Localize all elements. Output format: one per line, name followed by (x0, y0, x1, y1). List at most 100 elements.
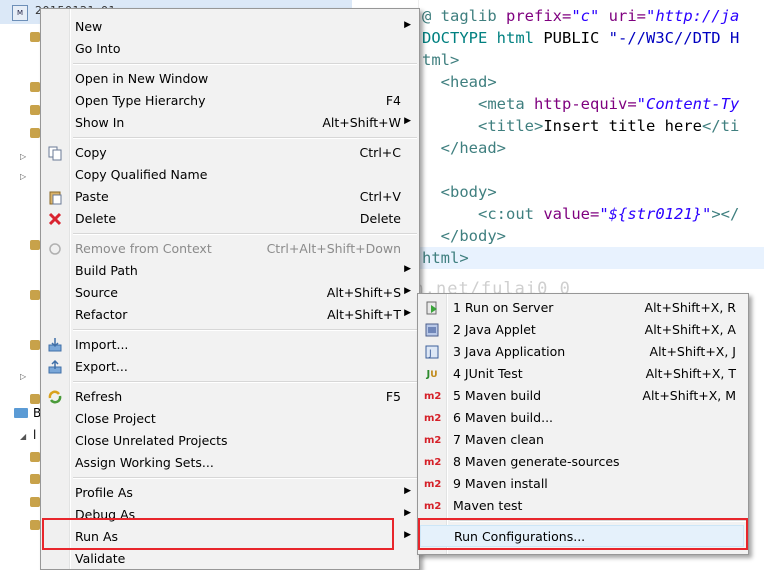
code-token: @ taglib (422, 7, 506, 25)
menu-item-assign-working-sets[interactable]: Assign Working Sets... (43, 452, 415, 474)
menu-item-validate[interactable]: Validate (43, 548, 415, 570)
menu-item-close-project[interactable]: Close Project (43, 408, 415, 430)
maven-icon: m2 (424, 457, 442, 468)
submenu-item-2-java-applet[interactable]: 2 Java Applet Alt+Shift+X, A (420, 319, 744, 341)
menu-item-go-into[interactable]: Go Into (43, 38, 415, 60)
maven-icon: m2 (424, 413, 442, 424)
menu-item-label: Profile As (75, 485, 133, 500)
submenu-item-7-maven-clean[interactable]: m2 7 Maven clean (420, 429, 744, 451)
submenu-item-label: 1 Run on Server (453, 300, 554, 315)
menu-item-refactor[interactable]: Refactor Alt+Shift+T ▶ (43, 304, 415, 326)
jar-icon (30, 520, 40, 530)
menu-item-label: Show In (75, 115, 125, 130)
menu-item-open-type-hierarchy[interactable]: Open Type Hierarchy F4 (43, 90, 415, 112)
submenu-item-8-maven-generate-sources[interactable]: m2 8 Maven generate-sources (420, 451, 744, 473)
submenu-item-label: 3 Java Application (453, 344, 566, 359)
menu-item-label: Close Unrelated Projects (75, 433, 228, 448)
submenu-arrow-icon: ▶ (404, 20, 411, 30)
menu-item-label: Refresh (75, 389, 123, 404)
submenu-item-shortcut: Alt+Shift+X, A (644, 322, 736, 337)
menu-item-show-in[interactable]: Show In Alt+Shift+W ▶ (43, 112, 415, 134)
menu-item-open-in-new-window[interactable]: Open in New Window (43, 68, 415, 90)
submenu-item-label: Maven test (453, 498, 523, 513)
menu-item-debug-as[interactable]: Debug As ▶ (43, 504, 415, 526)
run-as-submenu: 1 Run on Server Alt+Shift+X, R 2 Java Appl… (417, 293, 749, 555)
submenu-item-1-run-on-server[interactable]: 1 Run on Server Alt+Shift+X, R (420, 297, 744, 319)
tree-collapse-icon[interactable]: ◢ (20, 432, 26, 441)
jar-icon (30, 290, 40, 300)
menu-item-build-path[interactable]: Build Path ▶ (43, 260, 415, 282)
jar-icon (30, 394, 40, 404)
code-token: </head> (440, 139, 506, 157)
menu-item-shortcut: Alt+Shift+T (327, 307, 401, 322)
refresh-icon (47, 389, 63, 405)
menu-item-refresh[interactable]: Refresh F5 (43, 386, 415, 408)
code-token: "-//W3C//DTD H (608, 29, 740, 47)
submenu-item-label: 8 Maven generate-sources (453, 454, 620, 469)
submenu-arrow-icon: ▶ (404, 116, 411, 126)
copy-icon (47, 145, 63, 161)
code-line: <c:out value="${str0121}"></ (422, 203, 739, 225)
code-line: tml> (422, 49, 459, 71)
submenu-item-label: 2 Java Applet (453, 322, 536, 337)
submenu-item-label: 4 JUnit Test (453, 366, 523, 381)
tree-expand-icon[interactable]: ▷ (20, 172, 26, 181)
menu-separator (73, 63, 417, 65)
maven-icon: m2 (424, 391, 442, 402)
jar-icon (30, 240, 40, 250)
menu-item-profile-as[interactable]: Profile As ▶ (43, 482, 415, 504)
menu-item-label: Assign Working Sets... (75, 455, 214, 470)
menu-item-label: Close Project (75, 411, 156, 426)
maven-icon: m2 (424, 479, 442, 490)
submenu-item-5-maven-build[interactable]: m2 5 Maven build Alt+Shift+X, M (420, 385, 744, 407)
menu-item-run-as[interactable]: Run As ▶ (43, 526, 415, 548)
code-line: </head> (422, 137, 506, 159)
code-token: "c" (571, 7, 600, 25)
submenu-item-maven-test[interactable]: m2 Maven test (420, 495, 744, 517)
menu-item-label: Validate (75, 551, 126, 566)
submenu-item-label: 9 Maven install (453, 476, 548, 491)
submenu-item-label: 5 Maven build (453, 388, 542, 403)
submenu-item-shortcut: Alt+Shift+X, J (649, 344, 736, 359)
applet-icon (424, 322, 440, 338)
menu-item-export[interactable]: Export... (43, 356, 415, 378)
submenu-arrow-icon: ▶ (404, 530, 411, 540)
submenu-item-label: 6 Maven build... (453, 410, 554, 425)
menu-item-paste[interactable]: Paste Ctrl+V (43, 186, 415, 208)
menu-separator (73, 329, 417, 331)
tree-expand-icon[interactable]: ▷ (20, 372, 26, 381)
submenu-item-shortcut: Alt+Shift+X, T (645, 366, 736, 381)
menu-item-source[interactable]: Source Alt+Shift+S ▶ (43, 282, 415, 304)
submenu-item-6-maven-build[interactable]: m2 6 Maven build... (420, 407, 744, 429)
code-line: DOCTYPE html PUBLIC "-//W3C//DTD H (422, 27, 739, 49)
code-token: http-equiv= (534, 95, 637, 113)
menu-item-copy[interactable]: Copy Ctrl+C (43, 142, 415, 164)
submenu-item-run-configurations[interactable]: Run Configurations... (420, 525, 744, 547)
tree-expand-icon[interactable]: ▷ (20, 152, 26, 161)
menu-item-delete[interactable]: Delete Delete (43, 208, 415, 230)
menu-item-import[interactable]: Import... (43, 334, 415, 356)
submenu-arrow-icon: ▶ (404, 264, 411, 274)
menu-item-new[interactable]: New ▶ (43, 16, 415, 38)
menu-item-copy-qualified-name[interactable]: Copy Qualified Name (43, 164, 415, 186)
jar-icon (30, 497, 40, 507)
submenu-item-9-maven-install[interactable]: m2 9 Maven install (420, 473, 744, 495)
menu-item-shortcut: Ctrl+C (359, 145, 401, 160)
code-token: <meta (478, 95, 534, 113)
submenu-arrow-icon: ▶ (404, 308, 411, 318)
code-line: @ taglib prefix="c" uri="http://ja (422, 5, 739, 27)
menu-item-close-unrelated-projects[interactable]: Close Unrelated Projects (43, 430, 415, 452)
jar-icon (30, 128, 40, 138)
submenu-item-4-junit-test[interactable]: JU 4 JUnit Test Alt+Shift+X, T (420, 363, 744, 385)
folder-icon (14, 408, 28, 418)
code-token: uri= (608, 7, 646, 25)
menu-item-label: Import... (75, 337, 129, 352)
menu-item-label: Copy (75, 145, 107, 160)
code-token: <head> (440, 73, 497, 91)
jar-icon (30, 474, 40, 484)
submenu-item-3-java-application[interactable]: J 3 Java Application Alt+Shift+X, J (420, 341, 744, 363)
